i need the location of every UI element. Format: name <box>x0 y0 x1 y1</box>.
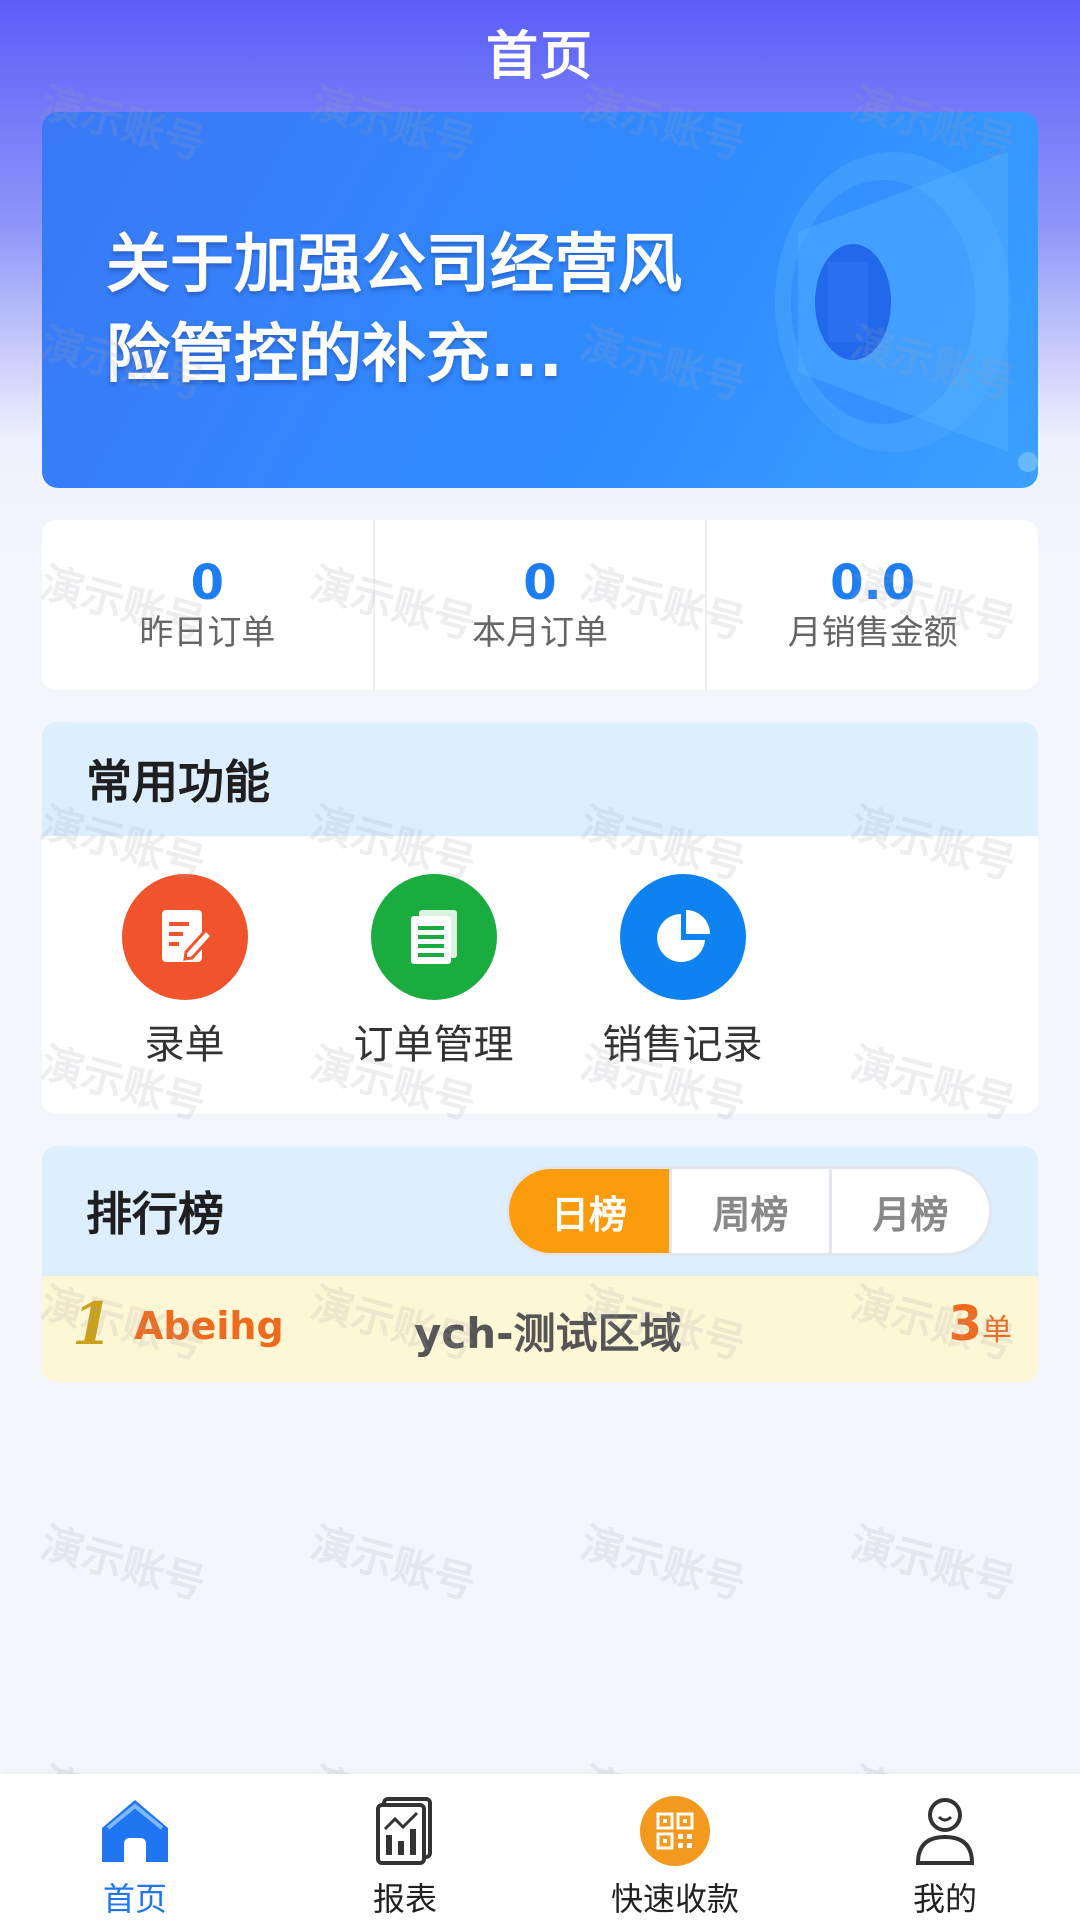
tab-label: 我的 <box>912 1880 977 1918</box>
stat-value: 0 <box>523 555 557 611</box>
stat-value: 0.0 <box>830 555 916 611</box>
stat-month-orders[interactable]: 0 本月订单 <box>372 520 706 690</box>
rank-area: ych-测试区域 <box>414 1309 682 1358</box>
tab-monthly[interactable]: 月榜 <box>829 1169 989 1253</box>
stat-yesterday-orders[interactable]: 0 昨日订单 <box>42 520 373 690</box>
rank-number: 1 <box>72 1290 113 1358</box>
tab-report[interactable]: 报表 <box>270 1774 540 1920</box>
section-title: 常用功能 <box>42 722 1038 836</box>
rank-count: 3单 <box>949 1296 1012 1352</box>
tab-label: 快速收款 <box>610 1880 739 1918</box>
stat-value: 0 <box>190 555 225 611</box>
function-label: 销售记录 <box>602 1022 763 1068</box>
ranking-header: 排行榜 日榜 周榜 月榜 <box>42 1146 1038 1276</box>
announcement-banner[interactable]: 关于加强公司经营风险管控的补充... <box>42 112 1038 488</box>
function-entry-order[interactable]: 录单 <box>60 874 309 1072</box>
function-label: 录单 <box>144 1022 225 1068</box>
megaphone-illustration <box>775 152 1038 472</box>
watermark: 演示账号 <box>305 1517 481 1609</box>
page-title: 首页 <box>485 27 594 87</box>
function-label: 订单管理 <box>353 1022 514 1068</box>
function-sales-record[interactable]: 销售记录 <box>558 874 807 1072</box>
rank-count-unit: 单 <box>982 1313 1012 1348</box>
rank-count-number: 3 <box>948 1296 982 1352</box>
watermark: 演示账号 <box>575 1517 751 1609</box>
stat-label: 昨日订单 <box>139 613 276 653</box>
banner-headline: 关于加强公司经营风险管控的补充... <box>106 228 682 392</box>
bottom-tab-bar: 首页 报表 快速收款 我的 <box>0 1774 1080 1920</box>
stat-label: 本月订单 <box>472 613 608 653</box>
tab-daily[interactable]: 日榜 <box>509 1169 669 1253</box>
qr-code-icon <box>637 1794 713 1868</box>
stats-card: 0 昨日订单 0 本月订单 0.0 月销售金额 <box>42 520 1038 690</box>
section-title: 排行榜 <box>86 1187 224 1241</box>
tab-mine[interactable]: 我的 <box>810 1774 1080 1920</box>
edit-document-icon <box>121 874 248 1000</box>
tab-home[interactable]: 首页 <box>0 1774 270 1920</box>
report-icon <box>367 1794 443 1868</box>
document-list-icon <box>370 874 497 1000</box>
rank-name: Abeihg <box>134 1304 284 1348</box>
tab-weekly[interactable]: 周榜 <box>669 1169 829 1253</box>
tab-label: 首页 <box>102 1880 167 1918</box>
home-icon <box>97 1794 173 1868</box>
ranking-tabs: 日榜 周榜 月榜 <box>506 1166 992 1256</box>
user-icon <box>907 1794 983 1868</box>
stat-label: 月销售金额 <box>787 613 958 653</box>
ranking-card: 排行榜 日榜 周榜 月榜 1 Abeihg ych-测试区域 3单 <box>42 1146 1038 1382</box>
tab-quick-payment[interactable]: 快速收款 <box>540 1774 810 1920</box>
pie-chart-icon <box>619 874 746 1000</box>
common-functions-card: 常用功能 录单 订单管理 销售记录 <box>42 722 1038 1114</box>
function-order-management[interactable]: 订单管理 <box>309 874 558 1072</box>
watermark: 演示账号 <box>845 1517 1021 1609</box>
watermark: 演示账号 <box>35 1517 211 1609</box>
function-list: 录单 订单管理 销售记录 <box>42 836 1038 1072</box>
stat-month-sales[interactable]: 0.0 月销售金额 <box>705 520 1038 690</box>
tab-label: 报表 <box>372 1880 437 1918</box>
ranking-row[interactable]: 1 Abeihg ych-测试区域 3单 <box>42 1276 1038 1382</box>
